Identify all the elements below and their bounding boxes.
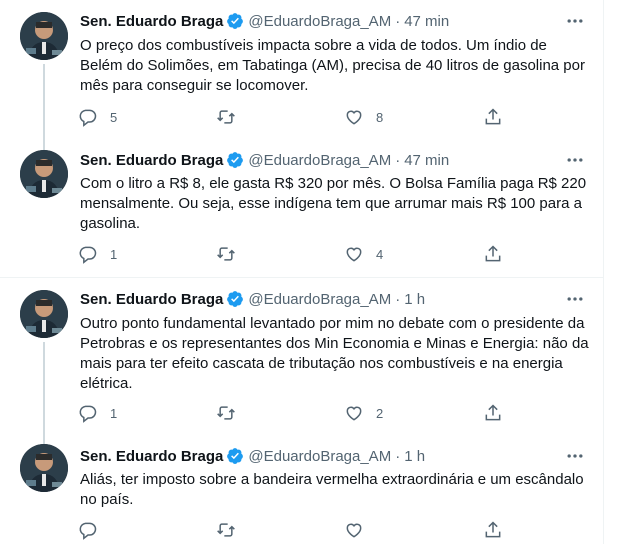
more-icon[interactable] xyxy=(565,150,585,170)
share-button[interactable] xyxy=(483,238,503,270)
like-count: 4 xyxy=(376,246,384,262)
tweet[interactable]: Sen. Eduardo Braga @EduardoBraga_AM · 47… xyxy=(0,140,603,278)
share-icon xyxy=(485,521,501,538)
reply-count: 5 xyxy=(110,109,118,125)
reply-count: 1 xyxy=(110,405,118,421)
retweet-icon xyxy=(217,247,235,261)
author-handle[interactable]: @EduardoBraga_AM xyxy=(248,13,391,30)
reply-button[interactable]: 1 xyxy=(78,238,117,270)
author-handle[interactable]: @EduardoBraga_AM xyxy=(248,448,391,465)
tweet-actions xyxy=(72,514,532,546)
timestamp[interactable]: 47 min xyxy=(404,152,449,169)
separator-dot: · xyxy=(395,151,401,169)
like-icon xyxy=(346,406,362,421)
share-button[interactable] xyxy=(483,514,503,546)
reply-button[interactable] xyxy=(78,514,110,546)
retweet-button[interactable] xyxy=(216,238,248,270)
retweet-icon xyxy=(217,110,235,124)
thread-line xyxy=(43,140,45,150)
more-icon[interactable] xyxy=(565,11,585,31)
more-icon[interactable] xyxy=(565,289,585,309)
like-count: 2 xyxy=(376,405,384,421)
share-icon xyxy=(485,108,501,125)
verified-badge-icon xyxy=(227,448,244,464)
reply-icon xyxy=(79,522,97,540)
like-icon xyxy=(346,110,362,125)
share-icon xyxy=(485,404,501,421)
tweet-actions: 1 2 xyxy=(72,397,532,429)
author-name[interactable]: Sen. Eduardo Braga xyxy=(80,152,223,169)
reply-icon xyxy=(79,246,97,264)
thread-line xyxy=(43,64,45,140)
author-name[interactable]: Sen. Eduardo Braga xyxy=(80,448,223,465)
tweet-text: Aliás, ter imposto sobre a bandeira verm… xyxy=(80,471,588,508)
like-button[interactable] xyxy=(344,514,376,546)
tweet-header: Sen. Eduardo Braga @EduardoBraga_AM · 47… xyxy=(80,11,449,31)
reply-button[interactable]: 5 xyxy=(78,101,117,133)
avatar[interactable] xyxy=(20,12,68,60)
like-count: 8 xyxy=(376,109,384,125)
retweet-button[interactable] xyxy=(216,397,248,429)
avatar[interactable] xyxy=(20,290,68,338)
tweet-header: Sen. Eduardo Braga @EduardoBraga_AM · 1 … xyxy=(80,446,425,466)
reply-button[interactable]: 1 xyxy=(78,397,117,429)
avatar[interactable] xyxy=(20,150,68,198)
reply-icon xyxy=(79,109,97,127)
share-button[interactable] xyxy=(483,397,503,429)
author-handle[interactable]: @EduardoBraga_AM xyxy=(248,152,391,169)
like-button[interactable]: 4 xyxy=(344,238,383,270)
tweet-actions: 1 4 xyxy=(72,238,532,270)
reply-icon xyxy=(79,405,97,423)
tweet-text: Outro ponto fundamental levantado por mi… xyxy=(80,315,593,392)
timestamp[interactable]: 1 h xyxy=(404,448,425,465)
separator-dot: · xyxy=(395,447,401,465)
tweet[interactable]: Sen. Eduardo Braga @EduardoBraga_AM · 1 … xyxy=(0,430,603,544)
timeline: Sen. Eduardo Braga @EduardoBraga_AM · 47… xyxy=(0,0,604,544)
tweet-text: O preço dos combustíveis impacta sobre a… xyxy=(80,37,590,94)
verified-badge-icon xyxy=(227,152,244,168)
separator-dot: · xyxy=(395,12,401,30)
verified-badge-icon xyxy=(227,13,244,29)
author-handle[interactable]: @EduardoBraga_AM xyxy=(248,291,391,308)
share-button[interactable] xyxy=(483,101,503,133)
author-name[interactable]: Sen. Eduardo Braga xyxy=(80,13,223,30)
avatar[interactable] xyxy=(20,444,68,492)
timestamp[interactable]: 1 h xyxy=(404,291,425,308)
tweet-text: Com o litro a R$ 8, ele gasta R$ 320 por… xyxy=(80,175,591,232)
like-button[interactable]: 8 xyxy=(344,101,383,133)
like-button[interactable]: 2 xyxy=(344,397,383,429)
tweet[interactable]: Sen. Eduardo Braga @EduardoBraga_AM · 47… xyxy=(0,0,603,140)
like-icon xyxy=(346,247,362,262)
retweet-button[interactable] xyxy=(216,514,248,546)
tweet[interactable]: Sen. Eduardo Braga @EduardoBraga_AM · 1 … xyxy=(0,278,603,430)
like-icon xyxy=(346,523,362,538)
retweet-icon xyxy=(217,406,235,420)
timestamp[interactable]: 47 min xyxy=(404,13,449,30)
retweet-button[interactable] xyxy=(216,101,248,133)
share-icon xyxy=(485,245,501,262)
retweet-icon xyxy=(217,523,235,537)
tweet-actions: 5 8 xyxy=(72,101,532,133)
thread-line xyxy=(43,430,45,444)
thread-line xyxy=(43,342,45,430)
reply-count: 1 xyxy=(110,246,118,262)
separator-dot: · xyxy=(395,290,401,308)
verified-badge-icon xyxy=(227,291,244,307)
tweet-header: Sen. Eduardo Braga @EduardoBraga_AM · 47… xyxy=(80,150,449,170)
author-name[interactable]: Sen. Eduardo Braga xyxy=(80,291,223,308)
more-icon[interactable] xyxy=(565,446,585,466)
tweet-header: Sen. Eduardo Braga @EduardoBraga_AM · 1 … xyxy=(80,289,425,309)
